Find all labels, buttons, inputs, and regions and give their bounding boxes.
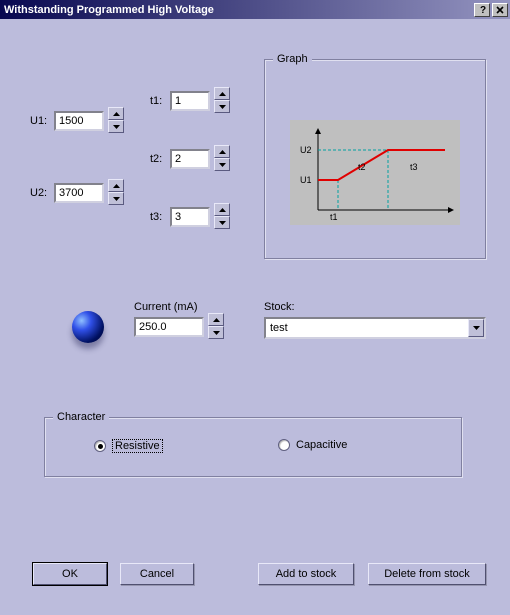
stock-label: Stock: bbox=[264, 301, 295, 313]
ball-icon bbox=[72, 311, 104, 343]
u1-spinner[interactable] bbox=[108, 107, 124, 133]
current-spin-up[interactable] bbox=[208, 313, 224, 326]
u1-label: U1: bbox=[30, 115, 47, 127]
u2-value: 3700 bbox=[59, 187, 83, 199]
radio-resistive[interactable]: Resistive bbox=[94, 439, 163, 453]
current-spinner[interactable] bbox=[208, 313, 224, 339]
t1-spin-down[interactable] bbox=[214, 100, 230, 113]
add-to-stock-button[interactable]: Add to stock bbox=[258, 563, 354, 585]
stock-combo[interactable]: test bbox=[264, 317, 486, 339]
u2-spin-down[interactable] bbox=[108, 192, 124, 205]
radio-capacitive[interactable]: Capacitive bbox=[278, 439, 347, 451]
u2-label: U2: bbox=[30, 187, 47, 199]
graph-title: Graph bbox=[273, 53, 312, 65]
t2-spin-up[interactable] bbox=[214, 145, 230, 158]
t1-spin-up[interactable] bbox=[214, 87, 230, 100]
t2-input[interactable]: 2 bbox=[170, 149, 210, 169]
t3-input[interactable]: 3 bbox=[170, 207, 210, 227]
graph-t1-label: t1 bbox=[330, 212, 338, 222]
cancel-button[interactable]: Cancel bbox=[120, 563, 194, 585]
t3-spinner[interactable] bbox=[214, 203, 230, 229]
radio-resistive-label: Resistive bbox=[112, 439, 163, 453]
radio-capacitive-label: Capacitive bbox=[296, 439, 347, 451]
graph-group: Graph U2 U1 t1 t2 t3 bbox=[264, 59, 486, 259]
stock-value: test bbox=[270, 322, 288, 334]
t1-label: t1: bbox=[150, 95, 162, 107]
current-label: Current (mA) bbox=[134, 301, 198, 313]
u2-spinner[interactable] bbox=[108, 179, 124, 205]
t1-input[interactable]: 1 bbox=[170, 91, 210, 111]
current-input[interactable]: 250.0 bbox=[134, 317, 204, 337]
ok-button[interactable]: OK bbox=[33, 563, 107, 585]
close-button[interactable] bbox=[492, 3, 508, 17]
delete-from-stock-button[interactable]: Delete from stock bbox=[368, 563, 486, 585]
radio-capacitive-dot bbox=[278, 439, 290, 451]
stock-dropdown-button[interactable] bbox=[468, 319, 484, 337]
graph-svg: U2 U1 t1 t2 t3 bbox=[290, 120, 460, 225]
u1-value: 1500 bbox=[59, 115, 83, 127]
u2-input[interactable]: 3700 bbox=[54, 183, 104, 203]
current-value: 250.0 bbox=[139, 321, 167, 333]
t2-label: t2: bbox=[150, 153, 162, 165]
dialog-content: U1: 1500 U2: 3700 t1: 1 t2: 2 t3: 3 Grap… bbox=[0, 19, 510, 615]
t2-spin-down[interactable] bbox=[214, 158, 230, 171]
current-spin-down[interactable] bbox=[208, 326, 224, 339]
graph-t3-label: t3 bbox=[410, 162, 418, 172]
u2-spin-up[interactable] bbox=[108, 179, 124, 192]
radio-resistive-dot bbox=[94, 440, 106, 452]
t1-value: 1 bbox=[175, 95, 181, 107]
t3-value: 3 bbox=[175, 211, 181, 223]
help-button[interactable]: ? bbox=[474, 3, 490, 17]
t3-label: t3: bbox=[150, 211, 162, 223]
t2-value: 2 bbox=[175, 153, 181, 165]
u1-spin-up[interactable] bbox=[108, 107, 124, 120]
u1-input[interactable]: 1500 bbox=[54, 111, 104, 131]
t2-spinner[interactable] bbox=[214, 145, 230, 171]
graph-u1-label: U1 bbox=[300, 175, 312, 185]
svg-text:?: ? bbox=[480, 5, 486, 14]
t3-spin-down[interactable] bbox=[214, 216, 230, 229]
t1-spinner[interactable] bbox=[214, 87, 230, 113]
t3-spin-up[interactable] bbox=[214, 203, 230, 216]
window-title: Withstanding Programmed High Voltage bbox=[4, 4, 472, 16]
graph-t2-label: t2 bbox=[358, 162, 366, 172]
character-title: Character bbox=[53, 411, 109, 423]
graph-u2-label: U2 bbox=[300, 145, 312, 155]
title-bar: Withstanding Programmed High Voltage ? bbox=[0, 0, 510, 19]
graph-area: U2 U1 t1 t2 t3 bbox=[290, 120, 460, 225]
u1-spin-down[interactable] bbox=[108, 120, 124, 133]
